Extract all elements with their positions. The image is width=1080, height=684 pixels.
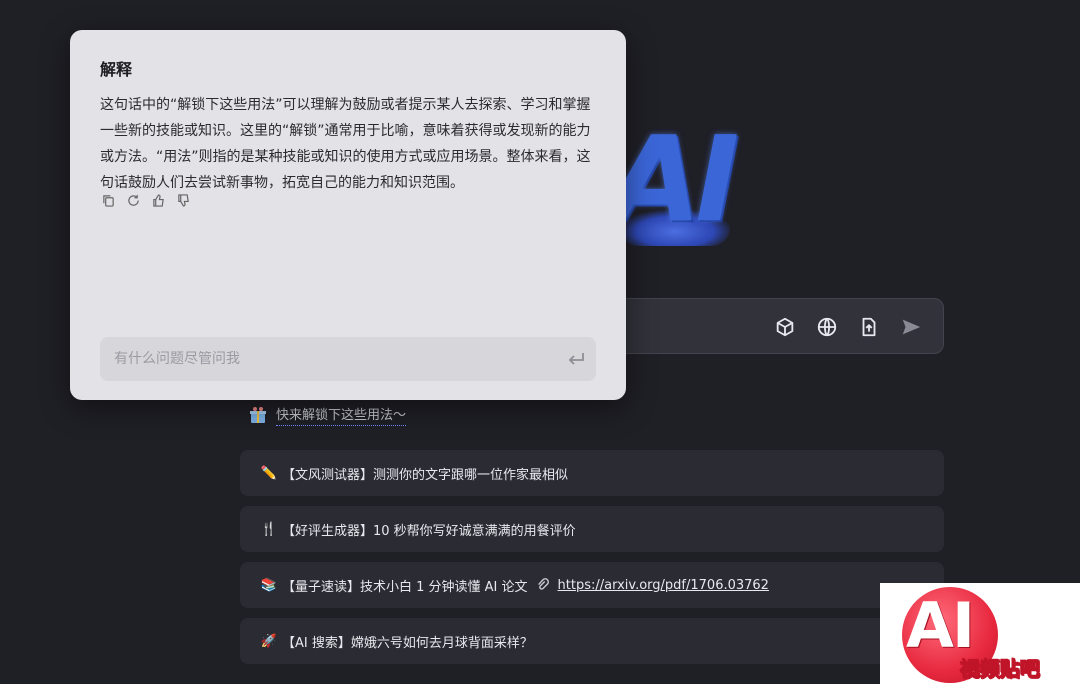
copy-icon[interactable] <box>102 192 115 211</box>
paper-link[interactable]: https://arxiv.org/pdf/1706.03762 <box>558 578 769 593</box>
popup-question-input[interactable] <box>114 351 556 367</box>
thumbs-down-icon[interactable] <box>177 192 190 211</box>
popup-title: 解释 <box>100 60 133 79</box>
suggestion-text: 【文风测试器】测测你的文字跟哪一位作家最相似 <box>282 467 569 483</box>
send-icon[interactable] <box>899 315 923 339</box>
popup-question-box[interactable] <box>100 337 596 381</box>
answer-actions <box>102 192 190 211</box>
enter-icon[interactable] <box>556 349 596 369</box>
watermark-ai: AI <box>906 589 975 662</box>
books-icon: 📚 <box>260 577 278 593</box>
explain-popup: 解释 这句话中的“解锁下这些用法”可以理解为鼓励或者提示某人去探索、学习和掌握一… <box>70 30 626 400</box>
watermark-label: 视频贴吧 <box>960 657 1041 682</box>
watermark-logo: AI 视频贴吧 <box>880 583 1080 684</box>
usage-hint: 快来解锁下这些用法～ <box>248 404 407 426</box>
gift-box-icon <box>248 405 268 425</box>
logo-text: AI <box>610 110 739 248</box>
link-icon <box>536 578 550 592</box>
input-toolbar <box>773 299 923 355</box>
regenerate-icon[interactable] <box>127 192 140 211</box>
rocket-icon: 🚀 <box>260 633 278 649</box>
pencil-icon: ✏️ <box>260 465 278 481</box>
suggestion-text: 【AI 搜索】嫦娥六号如何去月球背面采样？ <box>282 635 533 651</box>
suggestion-card[interactable]: ✏️ 【文风测试器】测测你的文字跟哪一位作家最相似 <box>240 450 944 496</box>
suggestion-text: 【量子速读】技术小白 1 分钟读懂 AI 论文 <box>282 579 528 595</box>
fork-knife-icon: 🍴 <box>260 521 278 537</box>
hint-text[interactable]: 快来解锁下这些用法～ <box>276 404 407 426</box>
popup-answer-text: 这句话中的“解锁下这些用法”可以理解为鼓励或者提示某人去探索、学习和掌握一些新的… <box>100 97 591 191</box>
suggestion-card[interactable]: 📚 【量子速读】技术小白 1 分钟读懂 AI 论文 https://arxiv.… <box>240 562 944 608</box>
thumbs-up-icon[interactable] <box>152 192 165 211</box>
suggestion-text: 【好评生成器】10 秒帮你写好诚意满满的用餐评价 <box>282 523 576 539</box>
suggestion-card[interactable]: 🚀 【AI 搜索】嫦娥六号如何去月球背面采样？ <box>240 618 944 664</box>
file-upload-icon[interactable] <box>857 315 881 339</box>
cube-icon[interactable] <box>773 315 797 339</box>
globe-icon[interactable] <box>815 315 839 339</box>
suggestion-card[interactable]: 🍴 【好评生成器】10 秒帮你写好诚意满满的用餐评价 <box>240 506 944 552</box>
